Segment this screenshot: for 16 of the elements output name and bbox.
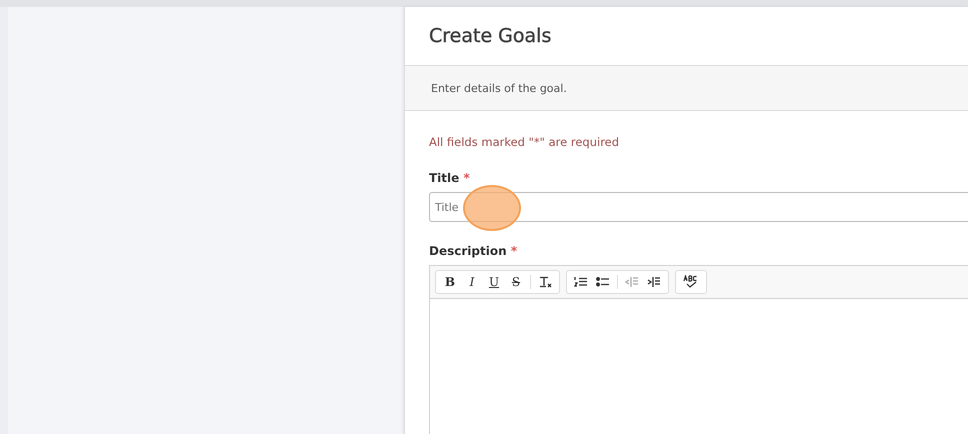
clear-format-icon [538, 276, 552, 288]
panel-title: Create Goals [429, 25, 552, 47]
format-button[interactable]: U [484, 273, 504, 291]
field-label: Title * [429, 171, 471, 185]
subtitle-text: Enter details of the goal. [431, 82, 567, 94]
bulleted-list-icon [596, 276, 610, 288]
spellcheck-icon [683, 275, 699, 289]
title-input[interactable]: Title [429, 192, 968, 222]
field-label: Description * [429, 244, 518, 258]
format-button[interactable]: S [506, 273, 526, 291]
indent-icon [647, 276, 661, 288]
numbered-list-icon [574, 276, 588, 288]
format-button[interactable]: I [462, 273, 482, 291]
outdent-icon [625, 276, 639, 288]
format-button[interactable]: B [440, 273, 460, 291]
required-note: All fields marked "*" are required [429, 135, 620, 149]
